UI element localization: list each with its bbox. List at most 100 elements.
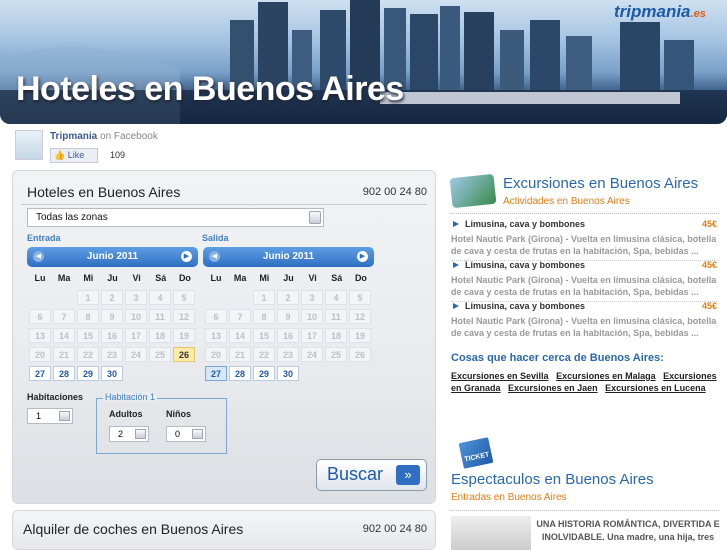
calendar-day: 10: [125, 309, 147, 324]
calendar-day: 24: [301, 347, 323, 362]
tripmania-logo[interactable]: tripmania.es: [614, 2, 706, 22]
calendar-month: Junio 2011: [262, 251, 315, 262]
calendar-day[interactable]: 29: [77, 366, 99, 381]
calendar-day[interactable]: 26: [173, 347, 195, 362]
calendar-day[interactable]: 28: [229, 366, 251, 381]
nearby-link[interactable]: Excursiones en Malaga: [556, 371, 656, 381]
calendar-day: 9: [101, 309, 123, 324]
weekday: Lu: [34, 273, 46, 283]
divider: [451, 510, 719, 511]
facebook-like-button[interactable]: 👍 Like: [50, 148, 98, 163]
dropdown-arrow-icon[interactable]: [59, 411, 70, 421]
calendar-day: 9: [277, 309, 299, 324]
checkin-label: Entrada: [27, 233, 61, 243]
children-select[interactable]: 0: [166, 426, 206, 442]
calendar-grid: 1 2 3 4 5 6 7 8 9 10 11 12 13 14 15 16 17 18 19 20 21 22 23 24 2…: [203, 283, 374, 381]
calendar-day: 13: [205, 328, 227, 343]
offer-item[interactable]: Limusina, cava y bombones 45€ Hotel Naut…: [451, 219, 717, 261]
facebook-on-text[interactable]: on Facebook: [100, 131, 158, 142]
calendar-day: 26: [349, 347, 371, 362]
shows-title[interactable]: Espectaculos en Buenos Aires: [451, 471, 654, 488]
rooms-label: Habitaciones: [27, 392, 84, 402]
weekday: Ju: [283, 273, 294, 283]
calendar-day: 5: [349, 290, 371, 305]
calendar-day: 24: [125, 347, 147, 362]
prev-month-icon[interactable]: ◀: [33, 251, 44, 262]
car-rental-title: Alquiler de coches en Buenos Aires: [23, 521, 244, 537]
calendar-day[interactable]: 29: [253, 366, 275, 381]
calendar-day: 10: [301, 309, 323, 324]
calendar-day[interactable]: 27: [205, 366, 227, 381]
calendar-day: 22: [253, 347, 275, 362]
nearby-link[interactable]: Excursiones en Lucena: [605, 383, 706, 393]
calendar-day: 20: [205, 347, 227, 362]
divider: [451, 213, 719, 214]
dropdown-arrow-icon[interactable]: [135, 429, 146, 439]
offer-item[interactable]: Limusina, cava y bombones 45€ Hotel Naut…: [451, 301, 717, 339]
facebook-page-name[interactable]: Tripmania: [50, 131, 97, 142]
calendar-day: 12: [173, 309, 195, 324]
like-count: 109: [110, 150, 126, 160]
search-button-label: Buscar: [327, 464, 384, 484]
checkin-calendar: ◀ Junio 2011 ▶ Lu Ma Mi Ju Vi Sá Do 1234…: [27, 247, 198, 381]
calendar-day: 6: [29, 309, 51, 324]
adults-value: 2: [118, 429, 124, 439]
adults-select[interactable]: 2: [109, 426, 149, 442]
calendar-day: 4: [149, 290, 171, 305]
dropdown-arrow-icon[interactable]: [192, 429, 203, 439]
calendar-day[interactable]: 28: [53, 366, 75, 381]
children-label: Niños: [166, 409, 192, 419]
dropdown-arrow-icon[interactable]: [309, 211, 321, 224]
calendar-header: ◀ Junio 2011 ▶: [203, 247, 374, 267]
calendar-day: 12: [349, 309, 371, 324]
excursions-title[interactable]: Excursiones en Buenos Aires: [503, 175, 698, 192]
offer-item[interactable]: Limusina, cava y bombones 45€ Hotel Naut…: [451, 260, 717, 302]
weekday: Ju: [107, 273, 118, 283]
calendar-day[interactable]: 30: [277, 366, 299, 381]
calendar-day[interactable]: 30: [101, 366, 123, 381]
weekday-row: Lu Ma Mi Ju Vi Sá Do: [203, 267, 374, 283]
weekday: Ma: [233, 273, 247, 283]
car-rental-phone: 902 00 24 80: [362, 523, 427, 535]
excursions-subtitle[interactable]: Actividades en Buenos Aires: [503, 196, 630, 207]
calendar-empty-cell: [205, 290, 227, 305]
weekday: Sá: [155, 273, 167, 283]
calendar-day: 15: [77, 328, 99, 343]
calendar-empty-cell: [29, 290, 51, 305]
calendar-day: 4: [325, 290, 347, 305]
zone-select[interactable]: Todas las zonas: [27, 208, 324, 227]
logo-text: tripmania: [614, 2, 691, 21]
calendar-day: 25: [149, 347, 171, 362]
offer-title[interactable]: Limusina, cava y bombones: [451, 301, 717, 311]
rooms-value: 1: [36, 411, 42, 421]
calendar-day: 11: [325, 309, 347, 324]
prev-month-icon[interactable]: ◀: [209, 251, 220, 262]
next-month-icon[interactable]: ▶: [357, 251, 368, 262]
offer-title[interactable]: Limusina, cava y bombones: [451, 260, 717, 270]
right-sidebar: Excursiones en Buenos Aires Actividades …: [443, 170, 727, 550]
calendar-day: 8: [253, 309, 275, 324]
calendar-day: 21: [229, 347, 251, 362]
rooms-select[interactable]: 1: [27, 408, 73, 424]
nearby-link[interactable]: Excursiones en Sevilla: [451, 371, 549, 381]
calendar-day: 5: [173, 290, 195, 305]
nearby-title: Cosas que hacer cerca de Buenos Aires:: [451, 352, 664, 364]
calendar-day[interactable]: 27: [29, 366, 51, 381]
children-value: 0: [175, 429, 181, 439]
calendar-day: 11: [149, 309, 171, 324]
offer-price: 45€: [701, 219, 717, 229]
offer-price: 45€: [701, 260, 717, 270]
logo-tld: .es: [690, 8, 706, 20]
calendar-day: 18: [325, 328, 347, 343]
shows-subtitle[interactable]: Entradas en Buenos Aires: [451, 492, 567, 503]
calendar-day: 18: [149, 328, 171, 343]
offer-title[interactable]: Limusina, cava y bombones: [451, 219, 717, 229]
facebook-avatar[interactable]: [15, 130, 43, 160]
calendar-day: 19: [349, 328, 371, 343]
next-month-icon[interactable]: ▶: [181, 251, 192, 262]
search-button[interactable]: Buscar »: [316, 459, 427, 491]
calendar-day: 22: [77, 347, 99, 362]
offer-price: 45€: [701, 301, 717, 311]
calendar-day: 16: [101, 328, 123, 343]
nearby-link[interactable]: Excursiones en Jaen: [508, 383, 598, 393]
